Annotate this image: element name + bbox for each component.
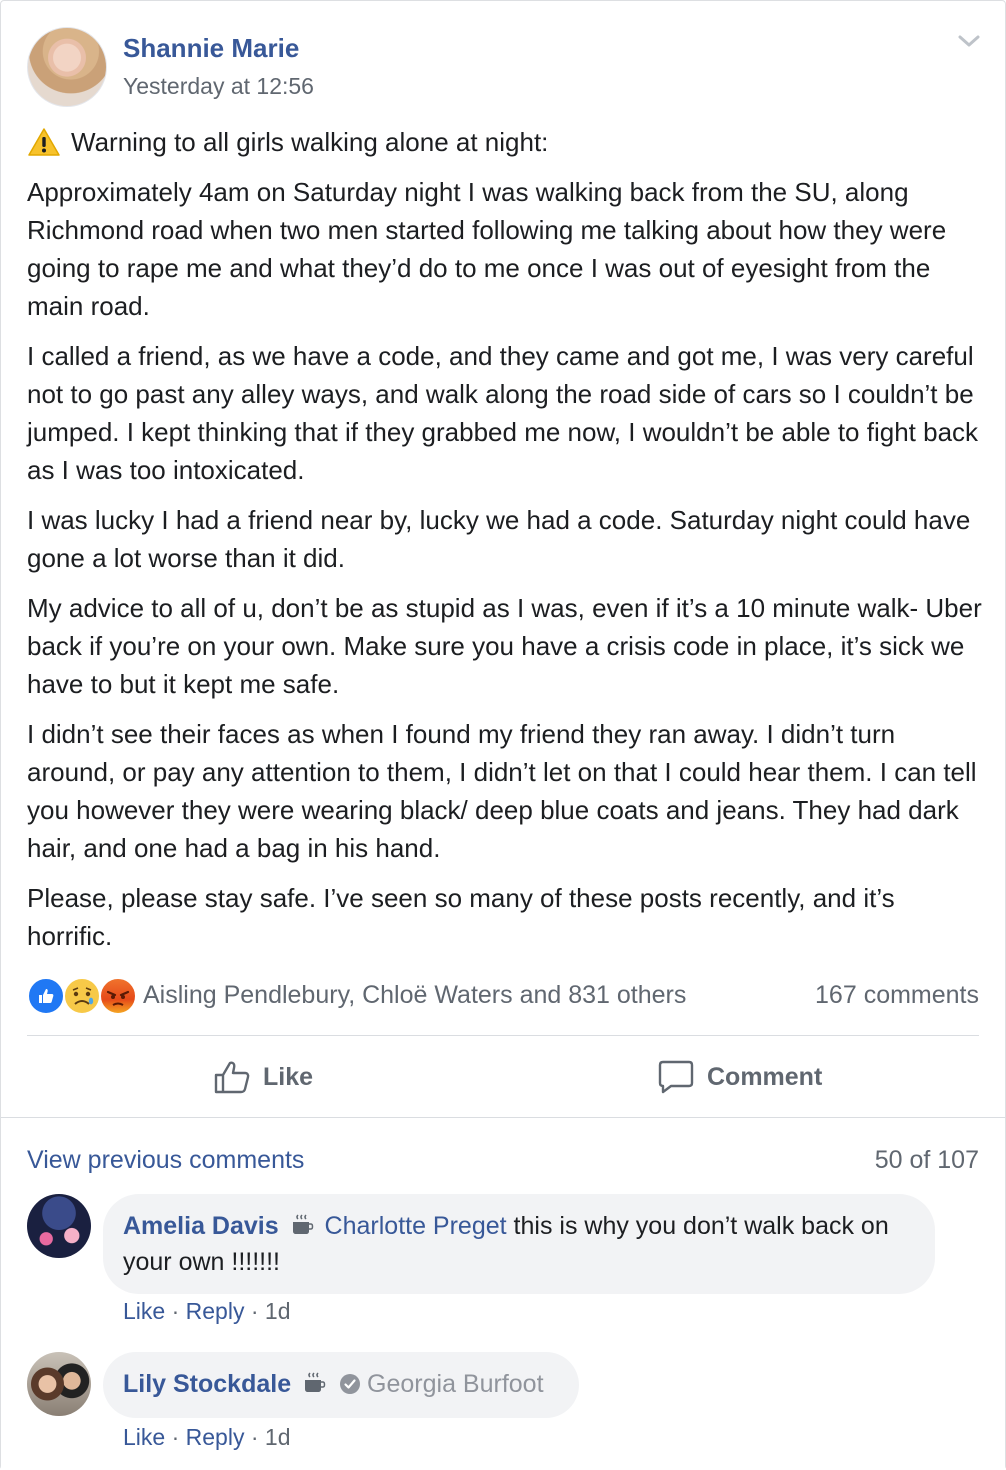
post-paragraph: Please, please stay safe. I’ve seen so m… [27, 883, 895, 951]
comment-author[interactable]: Amelia Davis [123, 1212, 279, 1240]
coffee-cup-icon [292, 1214, 313, 1234]
warning-icon [28, 128, 60, 156]
angry-reaction-icon [99, 977, 137, 1015]
author-avatar[interactable] [27, 27, 107, 107]
post-paragraph: I didn’t see their faces as when I found… [27, 719, 977, 863]
post-paragraph: Approximately 4am on Saturday night I wa… [27, 177, 947, 321]
post-paragraph: Warning to all girls walking alone at ni… [27, 123, 982, 161]
commenter-avatar[interactable] [27, 1352, 91, 1416]
comment-like-link[interactable]: Like [123, 1424, 165, 1450]
post-warning-text: Warning to all girls walking alone at ni… [71, 127, 549, 157]
reactions-bar: Aisling Pendlebury, Chloë Waters and 831… [27, 973, 979, 1017]
like-button[interactable]: Like [213, 1055, 313, 1099]
comment-age[interactable]: 1d [265, 1298, 291, 1324]
divider [27, 1035, 979, 1036]
comment-bubble: Amelia Davis Charlotte Preget this is wh… [103, 1194, 935, 1294]
comment-icon [658, 1060, 694, 1094]
reaction-names[interactable]: Aisling Pendlebury, Chloë Waters and 831… [143, 981, 686, 1010]
comment-meta: Like · Reply · 1d [123, 1424, 291, 1450]
like-button-label: Like [263, 1062, 314, 1091]
comment-tagged-user[interactable]: Georgia Burfoot [367, 1370, 544, 1398]
post-paragraph: I was lucky I had a friend near by, luck… [27, 505, 971, 573]
comment-button-label: Comment [707, 1062, 823, 1091]
like-reaction-icon [27, 977, 65, 1015]
reaction-icons[interactable] [27, 977, 139, 1015]
comment-author[interactable]: Lily Stockdale [123, 1370, 291, 1398]
coffee-cup-icon [305, 1372, 326, 1392]
comment-button[interactable]: Comment [657, 1055, 822, 1099]
post-paragraph: I called a friend, as we have a code, an… [27, 341, 979, 485]
commenter-avatar[interactable] [27, 1194, 91, 1258]
checkmark-badge-icon [340, 1374, 361, 1394]
comment-bubble: Lily Stockdale Georgia Burfoot [103, 1352, 579, 1418]
comments-count[interactable]: 167 comments [815, 981, 979, 1010]
post-paragraph: My advice to all of u, don’t be as stupi… [27, 593, 982, 699]
post-author-name[interactable]: Shannie Marie [123, 33, 299, 64]
comments-section: View previous comments 50 of 107 Amelia … [1, 1117, 1005, 1470]
post-timestamp[interactable]: Yesterday at 12:56 [123, 73, 314, 100]
comment-age[interactable]: 1d [265, 1424, 291, 1450]
comment-reply-link[interactable]: Reply [186, 1424, 245, 1450]
chevron-down-icon[interactable] [956, 31, 982, 51]
comment-reply-link[interactable]: Reply [186, 1298, 245, 1324]
thumbs-up-icon [214, 1061, 250, 1094]
post-card: Shannie Marie Yesterday at 12:56 Warning… [0, 0, 1006, 1470]
comments-paging: 50 of 107 [874, 1146, 979, 1174]
post-header: Shannie Marie Yesterday at 12:56 [27, 27, 982, 107]
comment-meta: Like · Reply · 1d [123, 1298, 291, 1324]
comment-like-link[interactable]: Like [123, 1298, 165, 1324]
post-text: Warning to all girls walking alone at ni… [27, 123, 982, 967]
view-previous-comments-link[interactable]: View previous comments [27, 1146, 304, 1175]
comment-tagged-user[interactable]: Charlotte Preget [325, 1212, 507, 1240]
sad-reaction-icon [63, 977, 101, 1015]
